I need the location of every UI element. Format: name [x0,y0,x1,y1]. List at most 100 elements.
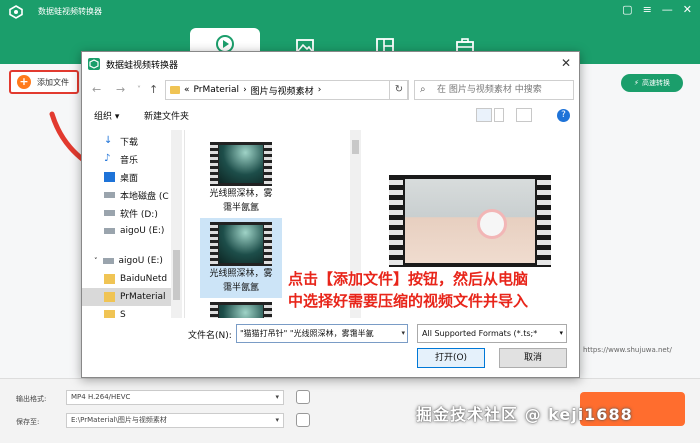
dialog-toolbar: 组织 ▾ 新建文件夹 ? [82,106,579,126]
add-file-button[interactable]: + 添加文件 [9,70,79,94]
chevron-down-icon[interactable] [494,108,504,122]
sidebar-item-music[interactable]: ♪ 音乐 [82,150,171,168]
file-name-line: 霭半氤氲 [222,203,259,213]
folder-icon [170,86,180,94]
breadcrumb-item[interactable]: PrMaterial [194,85,240,95]
sidebar-item-downloads[interactable]: ↓ 下载 [82,132,171,150]
new-folder-button[interactable]: 新建文件夹 [144,109,189,122]
search-placeholder: 在 图片与视频素材 中搜索 [437,85,542,95]
chevron-down-icon: ▾ [275,416,279,424]
back-arrow-icon[interactable]: ← [92,83,101,96]
file-item[interactable] [200,298,282,318]
dialog-title: 数据蛙视频转换器 [106,60,179,71]
output-format-label: 输出格式: [16,395,47,403]
sidebar-item-desktop[interactable]: 桌面 [82,168,171,186]
sidebar-item-drive-c[interactable]: 本地磁盘 (C [82,186,171,204]
breadcrumb-separator: › [243,85,247,95]
help-icon[interactable]: ? [557,109,570,122]
annotation-line: 中选择好需要压缩的视频文件并导入 [288,292,529,310]
chevron-down-icon: ˅ [94,257,98,265]
cancel-button[interactable]: 取消 [499,348,567,368]
breadcrumb-item[interactable]: 图片与视频素材 [251,84,314,97]
chevron-down-icon: ▾ [559,329,563,337]
save-to-label: 保存至: [16,418,40,426]
file-type-select[interactable]: All Supported Formats (*.ts;* ▾ [417,324,567,343]
view-options [476,108,532,122]
file-name-line: 光线照深林，雾 [209,269,273,279]
drive-icon [104,228,115,234]
close-icon[interactable]: ✕ [683,3,692,16]
search-icon: ⌕ [420,84,426,95]
music-icon: ♪ [104,153,111,164]
sidebar-item-drive-d[interactable]: 软件 (D:) [82,204,171,222]
fast-convert-button[interactable]: ⚡ 高速转换 [621,74,683,92]
preview-image [405,179,535,263]
history-chevron-icon[interactable]: ˅ [137,85,141,94]
folder-icon [104,292,115,302]
sidebar-item-baidunetdisk[interactable]: BaiduNetd [82,270,171,288]
chevron-down-icon[interactable]: ▾ [401,325,405,342]
output-format-select[interactable]: MP4 H.264/HEVC ▾ [66,390,284,405]
address-bar[interactable]: « PrMaterial › 图片与视频素材 › [165,80,408,100]
app-logo-icon [88,58,100,70]
cat-image [477,209,507,239]
format-settings-icon[interactable] [296,390,310,404]
menu-icon[interactable]: ≡ [643,3,652,16]
sidebar-item-folder[interactable]: S [82,306,171,318]
close-icon[interactable]: ✕ [561,56,571,70]
drive-icon [104,192,115,198]
app-logo-icon [9,5,23,19]
video-thumbnail [210,222,272,266]
file-item[interactable]: 光线照深林，雾 霭半氤氲 [200,138,282,218]
annotation-line: 点击【添加文件】按钮，然后从电脑 [288,270,529,288]
filename-value: "猫猫打吊针" "光线照深林，雾霭半氤 [240,329,374,338]
open-button[interactable]: 打开(O) [417,348,485,368]
sidebar-item-prmaterial[interactable]: PrMaterial [82,288,171,306]
file-type-value: All Supported Formats (*.ts;* [422,329,538,338]
forward-arrow-icon[interactable]: → [116,83,125,96]
plus-icon: + [17,75,31,89]
message-icon[interactable]: ▢ [622,3,632,16]
drive-icon [104,210,115,216]
filename-input[interactable]: "猫猫打吊针" "光线照深林，雾霭半氤 ▾ [236,324,408,343]
scrollbar[interactable] [171,130,182,318]
refresh-button[interactable]: ↻ [389,80,409,100]
fast-convert-label: 高速转换 [641,79,670,87]
up-arrow-icon[interactable]: ↑ [149,83,158,96]
file-item-selected[interactable]: 光线照深林，雾 霭半氤氲 [200,218,282,298]
preview-pane-icon[interactable] [516,108,532,122]
address-row: ← → ˅ ↑ « PrMaterial › 图片与视频素材 › ↻ ⌕ 在 图… [82,79,579,101]
navigation-pane: ↓ 下载 ♪ 音乐 桌面 本地磁盘 (C 软件 (D:) aigoU (E:) … [82,130,185,318]
chevron-down-icon: ▾ [275,393,279,401]
window-controls: ▢ ≡ — ✕ [622,3,692,16]
breadcrumb-prefix: « [184,85,190,95]
output-format-value: MP4 H.264/HEVC [71,393,131,401]
file-open-dialog: 数据蛙视频转换器 ✕ ← → ˅ ↑ « PrMaterial › 图片与视频素… [81,51,580,378]
video-thumbnail [210,142,272,186]
breadcrumb-separator: › [317,85,322,95]
annotation-text: 点击【添加文件】按钮，然后从电脑 中选择好需要压缩的视频文件并导入 [288,268,618,312]
save-to-value: E:\PrMaterial\图片与视频素材 [71,416,167,424]
lightning-icon: ⚡ [634,79,639,87]
scrollbar-thumb[interactable] [173,250,180,300]
folder-icon [104,310,115,318]
folder-icon [104,274,115,284]
drive-icon [102,258,114,264]
add-file-label: 添加文件 [37,77,69,87]
view-mode-icon[interactable] [476,108,492,122]
open-folder-icon[interactable] [296,413,310,427]
minimize-icon[interactable]: — [662,3,673,16]
scrollbar-thumb[interactable] [352,140,359,154]
filename-label: 文件名(N): [188,331,232,341]
file-name-line: 霭半氤氲 [222,283,259,293]
website-credit: https://www.shujuwa.net/ [583,346,672,354]
organize-menu[interactable]: 组织 ▾ [94,109,119,122]
watermark: 掘金技术社区 @ keji1688 [416,405,633,424]
save-to-select[interactable]: E:\PrMaterial\图片与视频素材 ▾ [66,413,284,428]
sidebar-item-drive-e-expanded[interactable]: ˅ aigoU (E:) [82,252,171,270]
search-input[interactable]: ⌕ 在 图片与视频素材 中搜索 [414,80,574,100]
video-thumbnail [210,302,272,318]
app-title: 数据蛙视频转换器 [38,7,102,16]
filename-row: 文件名(N): "猫猫打吊针" "光线照深林，雾霭半氤 ▾ All Suppor… [82,323,579,343]
sidebar-item-drive-e[interactable]: aigoU (E:) [82,222,171,240]
